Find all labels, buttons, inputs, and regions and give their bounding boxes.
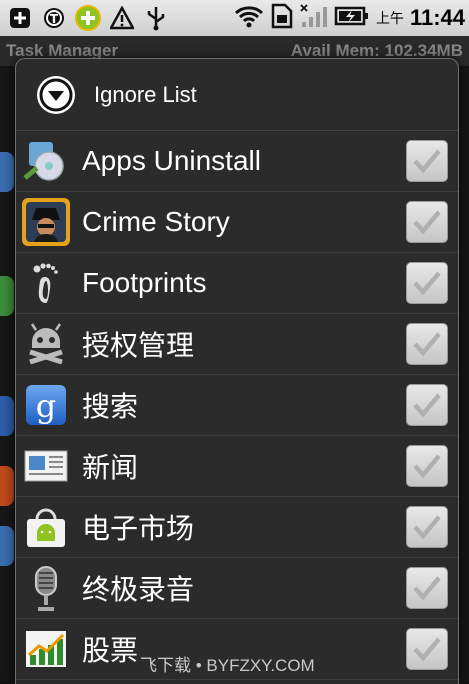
app-label: 股票 — [82, 634, 139, 667]
ignore-checkbox[interactable] — [406, 384, 448, 426]
dropdown-circle-icon — [37, 75, 75, 114]
ignore-checkbox[interactable] — [406, 201, 448, 243]
superuser-icon — [22, 320, 70, 368]
dialog-title: Ignore List — [94, 81, 197, 107]
plus-circle-icon — [74, 4, 102, 32]
usb-icon — [142, 4, 170, 32]
ignore-checkbox[interactable] — [406, 567, 448, 609]
ignore-checkbox[interactable] — [406, 262, 448, 304]
background-app-icon — [0, 526, 14, 566]
battery-charging-icon — [334, 5, 370, 31]
add-icon — [6, 4, 34, 32]
list-item-apps-uninstall[interactable]: Apps Uninstall — [16, 131, 458, 192]
ignore-checkbox[interactable] — [406, 323, 448, 365]
list-item-search[interactable]: g 搜索 — [16, 375, 458, 436]
app-label: 搜索 — [82, 390, 139, 423]
footprints-icon — [22, 259, 70, 307]
svg-text:T: T — [50, 12, 59, 26]
settings-icon: T — [40, 4, 68, 32]
app-label: Crime Story — [82, 206, 230, 237]
clock-time: 11:44 — [409, 5, 465, 30]
sim-icon — [270, 3, 294, 33]
apps-uninstall-icon — [22, 137, 70, 185]
background-app-icon — [0, 466, 14, 506]
ignore-checkbox[interactable] — [406, 140, 448, 182]
wifi-icon — [234, 4, 264, 32]
list-item-news[interactable]: 新闻 — [16, 436, 458, 497]
list-item-recorder[interactable]: 终极录音 — [16, 558, 458, 619]
microphone-icon — [22, 564, 70, 612]
list-item-market[interactable]: 电子市场 — [16, 497, 458, 558]
news-icon — [22, 442, 70, 490]
crime-story-icon — [22, 198, 70, 246]
ignore-checkbox[interactable] — [406, 445, 448, 487]
app-label: 终极录音 — [82, 573, 195, 606]
ignore-list-dialog: Ignore List Apps Uninstall Crime Story F… — [15, 58, 459, 684]
app-label: 授权管理 — [82, 329, 195, 362]
google-search-icon: g — [22, 381, 70, 429]
app-label: Apps Uninstall — [82, 145, 261, 176]
app-label: Footprints — [82, 267, 207, 298]
stocks-icon — [22, 625, 70, 673]
warning-icon — [108, 4, 136, 32]
ignore-checkbox[interactable] — [406, 506, 448, 548]
background-app-icon — [0, 152, 14, 192]
list-item-superuser[interactable]: 授权管理 — [16, 314, 458, 375]
svg-text:g: g — [36, 387, 56, 425]
background-app-icon — [0, 276, 14, 316]
ignore-checkbox[interactable] — [406, 628, 448, 670]
clock-ampm: 上午 — [375, 11, 404, 27]
watermark: 飞下载 • BYFZXY.COM — [140, 656, 315, 675]
status-bar: T 上午 11:44 — [0, 0, 469, 36]
app-label: 电子市场 — [82, 512, 195, 545]
background-app-icon — [0, 396, 14, 436]
dialog-header: Ignore List — [16, 59, 458, 131]
list-item-crime-story[interactable]: Crime Story — [16, 192, 458, 253]
signal-icon — [300, 4, 328, 32]
market-icon — [22, 503, 70, 551]
list-item-footprints[interactable]: Footprints — [16, 253, 458, 314]
app-label: 新闻 — [82, 451, 139, 484]
